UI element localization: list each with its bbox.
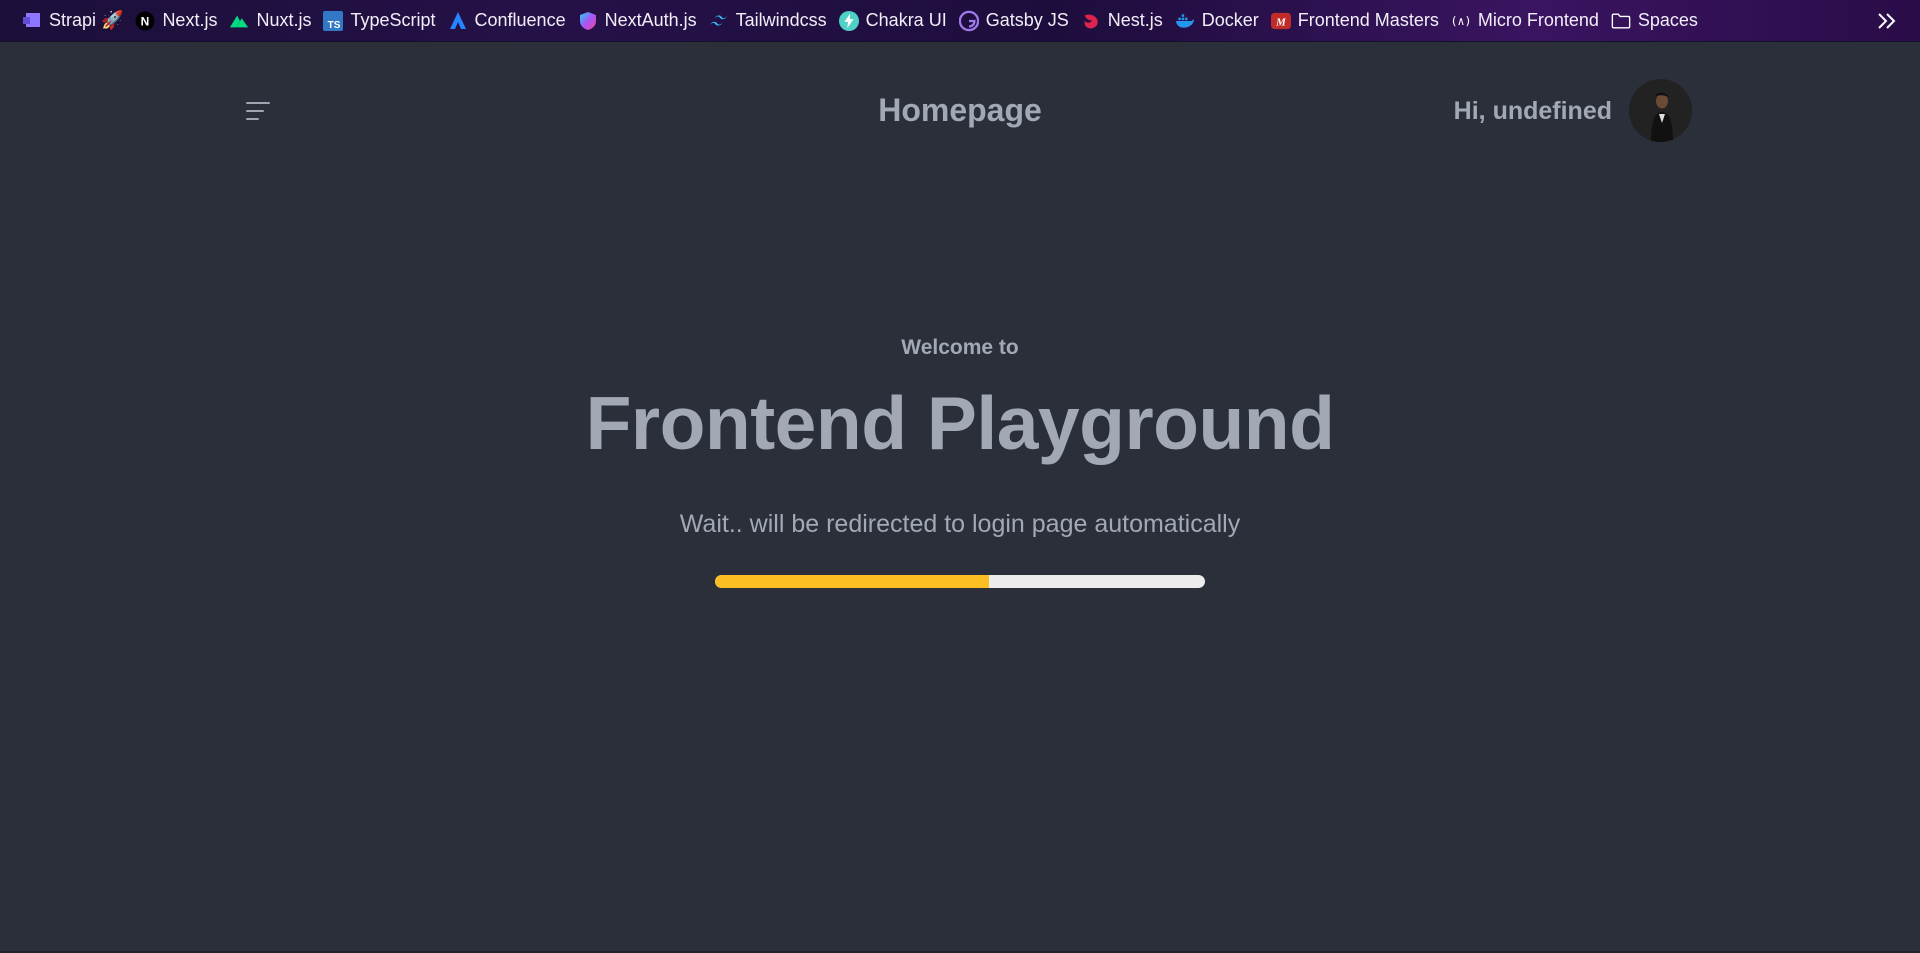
gatsby-icon (958, 10, 979, 31)
docker-icon (1175, 11, 1195, 31)
bookmark-label: Next.js (162, 10, 218, 30)
bookmark-label: TypeScript (350, 10, 436, 30)
bookmark-typescript[interactable]: TS TypeScript (319, 6, 443, 36)
bookmark-nuxt[interactable]: Nuxt.js (225, 6, 319, 36)
bookmark-label: Confluence (474, 10, 566, 30)
bookmark-label: NextAuth.js (604, 10, 697, 30)
svg-text:N: N (141, 14, 150, 28)
bookmark-label: Frontend Masters (1297, 10, 1439, 30)
menu-icon[interactable] (246, 100, 272, 124)
bookmark-confluence[interactable]: Confluence (444, 6, 574, 36)
bookmark-gatsby[interactable]: Gatsby JS (955, 6, 1077, 36)
welcome-text: Welcome to (901, 336, 1019, 359)
nuxt-icon (229, 11, 249, 31)
svg-text:TS: TS (328, 20, 341, 31)
bookmark-label: Spaces (1637, 10, 1698, 30)
bookmark-label: Strapi 🚀 (49, 10, 124, 30)
avatar[interactable] (1629, 79, 1692, 142)
bookmark-label: Docker (1201, 10, 1259, 30)
bookmark-label: Micro Frontend (1477, 10, 1599, 30)
chevron-double-right-icon[interactable] (1872, 6, 1902, 36)
nextauth-icon (578, 11, 598, 31)
bookmark-label: Gatsby JS (985, 10, 1069, 30)
redirect-message: Wait.. will be redirected to login page … (679, 510, 1241, 538)
bookmark-spaces[interactable]: Spaces (1607, 6, 1706, 36)
bookmark-label: Nest.js (1107, 10, 1163, 30)
bookmark-frontend-masters[interactable]: M Frontend Masters (1267, 6, 1447, 36)
frontend-masters-icon: M (1270, 11, 1291, 31)
svg-text:(∧): (∧) (1451, 14, 1471, 28)
bookmark-nextjs[interactable]: N Next.js (131, 6, 225, 36)
tailwind-icon (709, 11, 729, 31)
svg-text:M: M (1275, 16, 1286, 28)
bookmark-nextauth[interactable]: NextAuth.js (574, 6, 705, 36)
nestjs-icon (1081, 11, 1101, 31)
nextjs-icon: N (135, 11, 155, 31)
chakra-icon (838, 10, 859, 31)
page-title: Homepage (878, 92, 1042, 128)
progress-bar (715, 575, 1205, 588)
user-greeting: Hi, undefined (1453, 97, 1612, 125)
folder-icon (1611, 11, 1631, 31)
bookmarks-bar: Strapi 🚀 N Next.js Nuxt.js TS TypeScript… (0, 0, 1920, 42)
bookmark-micro-frontend[interactable]: (∧) Micro Frontend (1447, 6, 1607, 36)
bookmark-strapi[interactable]: Strapi 🚀 (18, 6, 131, 36)
typescript-icon: TS (323, 10, 344, 31)
strapi-icon (22, 11, 42, 31)
bookmark-nestjs[interactable]: Nest.js (1077, 6, 1171, 36)
hero-title: Frontend Playground (585, 381, 1335, 465)
bookmark-label: Chakra UI (865, 10, 947, 30)
bookmark-tailwind[interactable]: Tailwindcss (705, 6, 835, 36)
react-icon: (∧) (1451, 11, 1471, 31)
bookmark-label: Tailwindcss (735, 10, 827, 30)
bookmark-docker[interactable]: Docker (1171, 6, 1267, 36)
progress-bar-fill (715, 575, 990, 588)
confluence-icon (448, 11, 468, 31)
bookmark-chakra[interactable]: Chakra UI (835, 6, 955, 36)
bookmark-label: Nuxt.js (256, 10, 312, 30)
